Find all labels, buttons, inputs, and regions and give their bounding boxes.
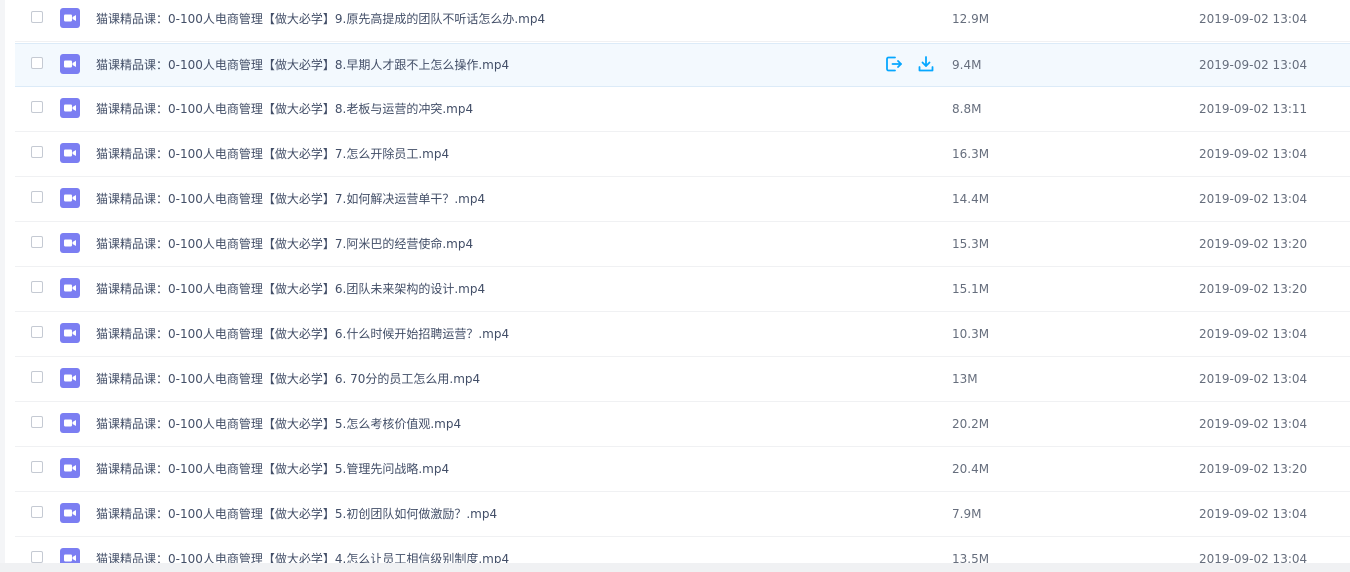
video-file-icon bbox=[60, 8, 80, 28]
file-date: 2019-09-02 13:04 bbox=[1199, 552, 1308, 563]
file-name[interactable]: 猫课精品课：0-100人电商管理【做大必学】8.老板与运营的冲突.mp4 bbox=[96, 88, 473, 130]
row-checkbox[interactable] bbox=[31, 371, 43, 383]
row-checkbox[interactable] bbox=[31, 191, 43, 203]
video-file-icon bbox=[60, 503, 80, 523]
file-name[interactable]: 猫课精品课：0-100人电商管理【做大必学】7.如何解决运营单干？.mp4 bbox=[96, 178, 485, 220]
file-date: 2019-09-02 13:04 bbox=[1199, 12, 1308, 26]
file-date: 2019-09-02 13:04 bbox=[1199, 507, 1308, 521]
file-row[interactable]: 猫课精品课：0-100人电商管理【做大必学】6.什么时候开始招聘运营？.mp4 … bbox=[15, 313, 1350, 357]
file-size: 15.1M bbox=[952, 282, 990, 296]
file-date: 2019-09-02 13:04 bbox=[1199, 192, 1308, 206]
video-file-icon bbox=[60, 323, 80, 343]
file-row[interactable]: 猫课精品课：0-100人电商管理【做大必学】6. 70分的员工怎么用.mp4 1… bbox=[15, 358, 1350, 402]
file-size: 8.8M bbox=[952, 102, 982, 116]
video-file-icon bbox=[60, 548, 80, 563]
file-date: 2019-09-02 13:20 bbox=[1199, 237, 1308, 251]
file-date: 2019-09-02 13:04 bbox=[1199, 327, 1308, 341]
share-icon[interactable] bbox=[885, 55, 903, 73]
file-row[interactable]: 猫课精品课：0-100人电商管理【做大必学】5.管理先问战略.mp4 20.4M… bbox=[15, 448, 1350, 492]
file-name[interactable]: 猫课精品课：0-100人电商管理【做大必学】9.原先高提成的团队不听话怎么办.m… bbox=[96, 0, 545, 40]
video-file-icon bbox=[60, 233, 80, 253]
video-file-icon bbox=[60, 278, 80, 298]
file-date: 2019-09-02 13:20 bbox=[1199, 282, 1308, 296]
file-size: 13M bbox=[952, 372, 978, 386]
file-size: 13.5M bbox=[952, 552, 990, 563]
file-list-panel: 猫课精品课：0-100人电商管理【做大必学】9.原先高提成的团队不听话怎么办.m… bbox=[5, 0, 1350, 563]
file-size: 10.3M bbox=[952, 327, 990, 341]
row-checkbox[interactable] bbox=[31, 506, 43, 518]
file-size: 7.9M bbox=[952, 507, 982, 521]
file-date: 2019-09-02 13:04 bbox=[1199, 372, 1308, 386]
file-row[interactable]: 猫课精品课：0-100人电商管理【做大必学】7.阿米巴的经营使命.mp4 15.… bbox=[15, 223, 1350, 267]
row-checkbox[interactable] bbox=[31, 326, 43, 338]
file-date: 2019-09-02 13:04 bbox=[1199, 417, 1308, 431]
row-checkbox[interactable] bbox=[31, 11, 43, 23]
download-icon[interactable] bbox=[917, 55, 935, 73]
file-row[interactable]: 猫课精品课：0-100人电商管理【做大必学】5.初创团队如何做激励？.mp4 7… bbox=[15, 493, 1350, 537]
file-name[interactable]: 猫课精品课：0-100人电商管理【做大必学】6.团队未来架构的设计.mp4 bbox=[96, 268, 485, 310]
horizontal-scrollbar[interactable] bbox=[0, 563, 1350, 572]
row-checkbox[interactable] bbox=[31, 146, 43, 158]
file-name[interactable]: 猫课精品课：0-100人电商管理【做大必学】6. 70分的员工怎么用.mp4 bbox=[96, 358, 480, 400]
file-row[interactable]: 猫课精品课：0-100人电商管理【做大必学】8.老板与运营的冲突.mp4 8.8… bbox=[15, 88, 1350, 132]
video-file-icon bbox=[60, 188, 80, 208]
row-checkbox[interactable] bbox=[31, 461, 43, 473]
video-file-icon bbox=[60, 413, 80, 433]
file-row[interactable]: 猫课精品课：0-100人电商管理【做大必学】5.怎么考核价值观.mp4 20.2… bbox=[15, 403, 1350, 447]
video-file-icon bbox=[60, 368, 80, 388]
file-name[interactable]: 猫课精品课：0-100人电商管理【做大必学】7.怎么开除员工.mp4 bbox=[96, 133, 449, 175]
file-date: 2019-09-02 13:20 bbox=[1199, 462, 1308, 476]
video-file-icon bbox=[60, 54, 80, 74]
file-date: 2019-09-02 13:11 bbox=[1199, 102, 1308, 116]
file-name[interactable]: 猫课精品课：0-100人电商管理【做大必学】4.怎么让员工相信级别制度.mp4 bbox=[96, 538, 509, 563]
file-name[interactable]: 猫课精品课：0-100人电商管理【做大必学】5.怎么考核价值观.mp4 bbox=[96, 403, 461, 445]
file-size: 14.4M bbox=[952, 192, 990, 206]
file-size: 20.2M bbox=[952, 417, 990, 431]
file-size: 15.3M bbox=[952, 237, 990, 251]
file-name[interactable]: 猫课精品课：0-100人电商管理【做大必学】5.管理先问战略.mp4 bbox=[96, 448, 449, 490]
file-size: 16.3M bbox=[952, 147, 990, 161]
file-row[interactable]: 猫课精品课：0-100人电商管理【做大必学】9.原先高提成的团队不听话怎么办.m… bbox=[15, 0, 1350, 42]
file-row[interactable]: 猫课精品课：0-100人电商管理【做大必学】7.怎么开除员工.mp4 16.3M… bbox=[15, 133, 1350, 177]
row-checkbox[interactable] bbox=[31, 101, 43, 113]
file-size: 9.4M bbox=[952, 58, 982, 72]
file-row[interactable]: 猫课精品课：0-100人电商管理【做大必学】4.怎么让员工相信级别制度.mp4 … bbox=[15, 538, 1350, 563]
file-size: 20.4M bbox=[952, 462, 990, 476]
file-name[interactable]: 猫课精品课：0-100人电商管理【做大必学】8.早期人才跟不上怎么操作.mp4 bbox=[96, 44, 509, 86]
file-name[interactable]: 猫课精品课：0-100人电商管理【做大必学】5.初创团队如何做激励？.mp4 bbox=[96, 493, 497, 535]
file-row[interactable]: 猫课精品课：0-100人电商管理【做大必学】7.如何解决运营单干？.mp4 14… bbox=[15, 178, 1350, 222]
row-checkbox[interactable] bbox=[31, 416, 43, 428]
video-file-icon bbox=[60, 143, 80, 163]
file-date: 2019-09-02 13:04 bbox=[1199, 147, 1308, 161]
row-checkbox[interactable] bbox=[31, 236, 43, 248]
row-checkbox[interactable] bbox=[31, 551, 43, 563]
file-name[interactable]: 猫课精品课：0-100人电商管理【做大必学】6.什么时候开始招聘运营？.mp4 bbox=[96, 313, 509, 355]
video-file-icon bbox=[60, 98, 80, 118]
file-size: 12.9M bbox=[952, 12, 990, 26]
row-checkbox[interactable] bbox=[31, 281, 43, 293]
file-row[interactable]: 猫课精品课：0-100人电商管理【做大必学】8.早期人才跟不上怎么操作.mp4 … bbox=[15, 43, 1350, 87]
file-date: 2019-09-02 13:04 bbox=[1199, 58, 1308, 72]
row-checkbox[interactable] bbox=[31, 57, 43, 69]
file-name[interactable]: 猫课精品课：0-100人电商管理【做大必学】7.阿米巴的经营使命.mp4 bbox=[96, 223, 473, 265]
file-row[interactable]: 猫课精品课：0-100人电商管理【做大必学】6.团队未来架构的设计.mp4 15… bbox=[15, 268, 1350, 312]
row-actions bbox=[885, 55, 935, 75]
video-file-icon bbox=[60, 458, 80, 478]
